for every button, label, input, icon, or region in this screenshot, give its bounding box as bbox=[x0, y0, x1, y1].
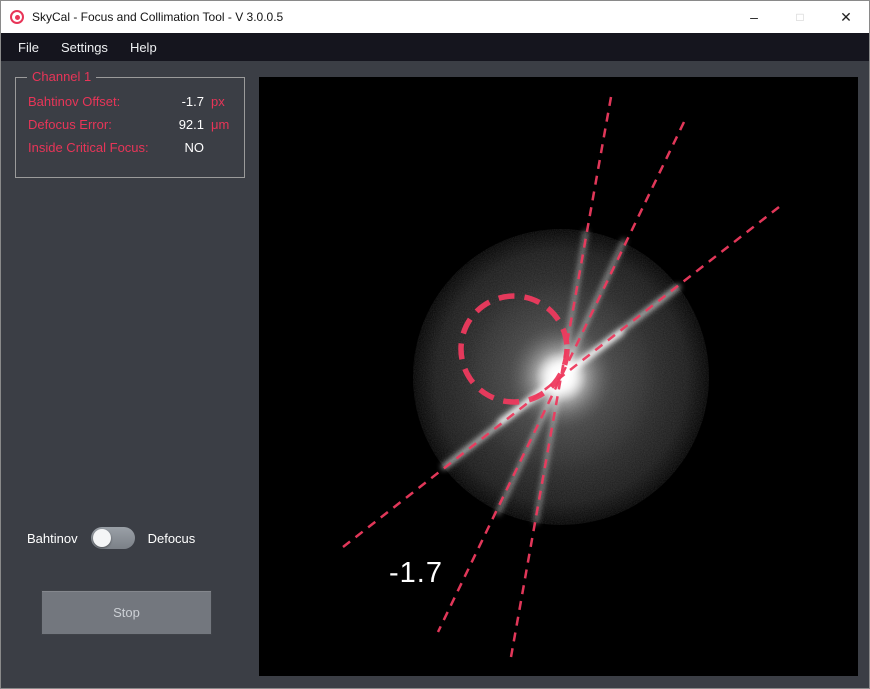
bahtinov-offset-unit: px bbox=[204, 94, 234, 109]
star-image bbox=[259, 77, 858, 676]
mode-toggle-row: Bahtinov Defocus bbox=[27, 527, 195, 549]
defocus-error-row: Defocus Error: 92.1 μm bbox=[28, 117, 234, 132]
offset-value-overlay: -1.7 bbox=[389, 557, 443, 590]
menu-item-settings[interactable]: Settings bbox=[50, 35, 119, 60]
defocus-error-value: 92.1 bbox=[164, 117, 204, 132]
bahtinov-offset-value: -1.7 bbox=[164, 94, 204, 109]
menu-item-help[interactable]: Help bbox=[119, 35, 168, 60]
stop-button[interactable]: Stop bbox=[41, 590, 212, 635]
mode-toggle-switch[interactable] bbox=[91, 527, 135, 549]
bahtinov-mode-label: Bahtinov bbox=[27, 531, 78, 546]
window-title: SkyCal - Focus and Collimation Tool - V … bbox=[32, 10, 283, 24]
menubar: File Settings Help bbox=[1, 33, 869, 61]
window-controls: – □ ✕ bbox=[731, 1, 869, 33]
client-area: Channel 1 Bahtinov Offset: -1.7 px Defoc… bbox=[1, 61, 869, 688]
channel-groupbox: Channel 1 Bahtinov Offset: -1.7 px Defoc… bbox=[15, 77, 245, 178]
menu-item-file[interactable]: File bbox=[7, 35, 50, 60]
app-target-icon bbox=[10, 10, 24, 24]
star-image-view: -1.7 bbox=[259, 77, 858, 676]
titlebar: SkyCal - Focus and Collimation Tool - V … bbox=[1, 1, 869, 33]
channel-readouts: Bahtinov Offset: -1.7 px Defocus Error: … bbox=[16, 78, 244, 155]
maximize-button[interactable]: □ bbox=[777, 1, 823, 33]
inside-critical-focus-label: Inside Critical Focus: bbox=[28, 140, 164, 155]
inside-critical-focus-row: Inside Critical Focus: NO bbox=[28, 140, 234, 155]
minimize-button[interactable]: – bbox=[731, 1, 777, 33]
bahtinov-offset-label: Bahtinov Offset: bbox=[28, 94, 164, 109]
toggle-knob[interactable] bbox=[93, 529, 111, 547]
defocus-error-unit: μm bbox=[204, 117, 234, 132]
close-button[interactable]: ✕ bbox=[823, 1, 869, 33]
defocus-mode-label: Defocus bbox=[148, 531, 196, 546]
app-window: SkyCal - Focus and Collimation Tool - V … bbox=[0, 0, 870, 689]
defocus-error-label: Defocus Error: bbox=[28, 117, 164, 132]
bahtinov-offset-row: Bahtinov Offset: -1.7 px bbox=[28, 94, 234, 109]
inside-critical-focus-value: NO bbox=[164, 140, 204, 155]
channel-groupbox-title: Channel 1 bbox=[27, 69, 96, 84]
